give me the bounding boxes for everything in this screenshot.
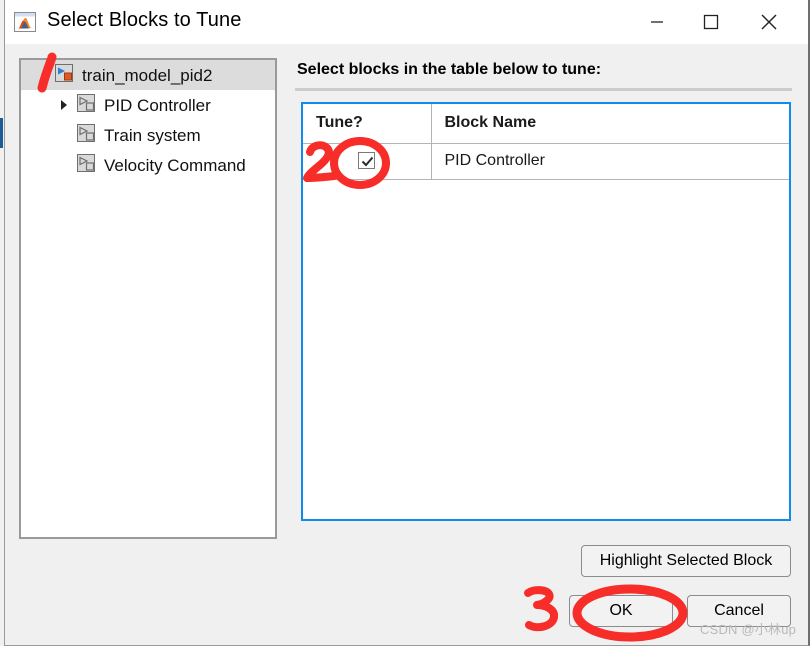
dialog-content: train_model_pid2 PID Controller Train sy… (5, 44, 808, 645)
sidebar-item-label: Velocity Command (104, 155, 246, 175)
table-caption: Select blocks in the table below to tune… (297, 61, 602, 78)
minimize-button[interactable] (634, 0, 680, 44)
sidebar-item-label: PID Controller (104, 95, 211, 115)
highlight-selected-block-button[interactable]: Highlight Selected Block (581, 545, 791, 577)
simulink-block-icon (75, 92, 97, 119)
table-header-row: Tune? Block Name (303, 104, 789, 144)
tune-checkbox-cell[interactable] (303, 143, 432, 180)
model-tree-panel[interactable]: train_model_pid2 PID Controller Train sy… (19, 58, 277, 539)
select-blocks-to-tune-dialog: Select Blocks to Tune train_model_pid2 P… (4, 0, 810, 646)
block-name-cell[interactable]: PID Controller (431, 143, 789, 180)
sidebar-item-train-model-pid2[interactable]: train_model_pid2 (21, 60, 275, 90)
simulink-model-icon (53, 62, 75, 89)
close-icon[interactable] (746, 0, 792, 44)
maximize-button[interactable] (688, 0, 734, 44)
blocks-table[interactable]: Tune? Block Name PID Controller (301, 102, 791, 521)
table-row[interactable]: PID Controller (303, 143, 789, 180)
sidebar-item-velocity-command[interactable]: Velocity Command (21, 150, 275, 180)
block-selection-pane: Select blocks in the table below to tune… (295, 58, 792, 635)
watermark: CSDN @小林up (700, 622, 797, 637)
sidebar-item-train-system[interactable]: Train system (21, 120, 275, 150)
simulink-icon (11, 8, 39, 36)
title-bar[interactable]: Select Blocks to Tune (5, 0, 808, 44)
background-window-accent (0, 118, 3, 148)
sidebar-item-label: train_model_pid2 (82, 65, 213, 85)
simulink-block-icon (75, 152, 97, 179)
column-header-tune[interactable]: Tune? (303, 104, 432, 144)
caption-divider (295, 88, 792, 91)
simulink-block-icon (75, 122, 97, 149)
column-header-block-name[interactable]: Block Name (431, 104, 789, 144)
window-title: Select Blocks to Tune (47, 9, 242, 31)
sidebar-item-pid-controller[interactable]: PID Controller (21, 90, 275, 120)
ok-button[interactable]: OK (569, 595, 673, 627)
tune-checkbox[interactable] (358, 152, 376, 170)
chevron-right-icon[interactable] (53, 99, 75, 111)
sidebar-item-label: Train system (104, 125, 201, 145)
